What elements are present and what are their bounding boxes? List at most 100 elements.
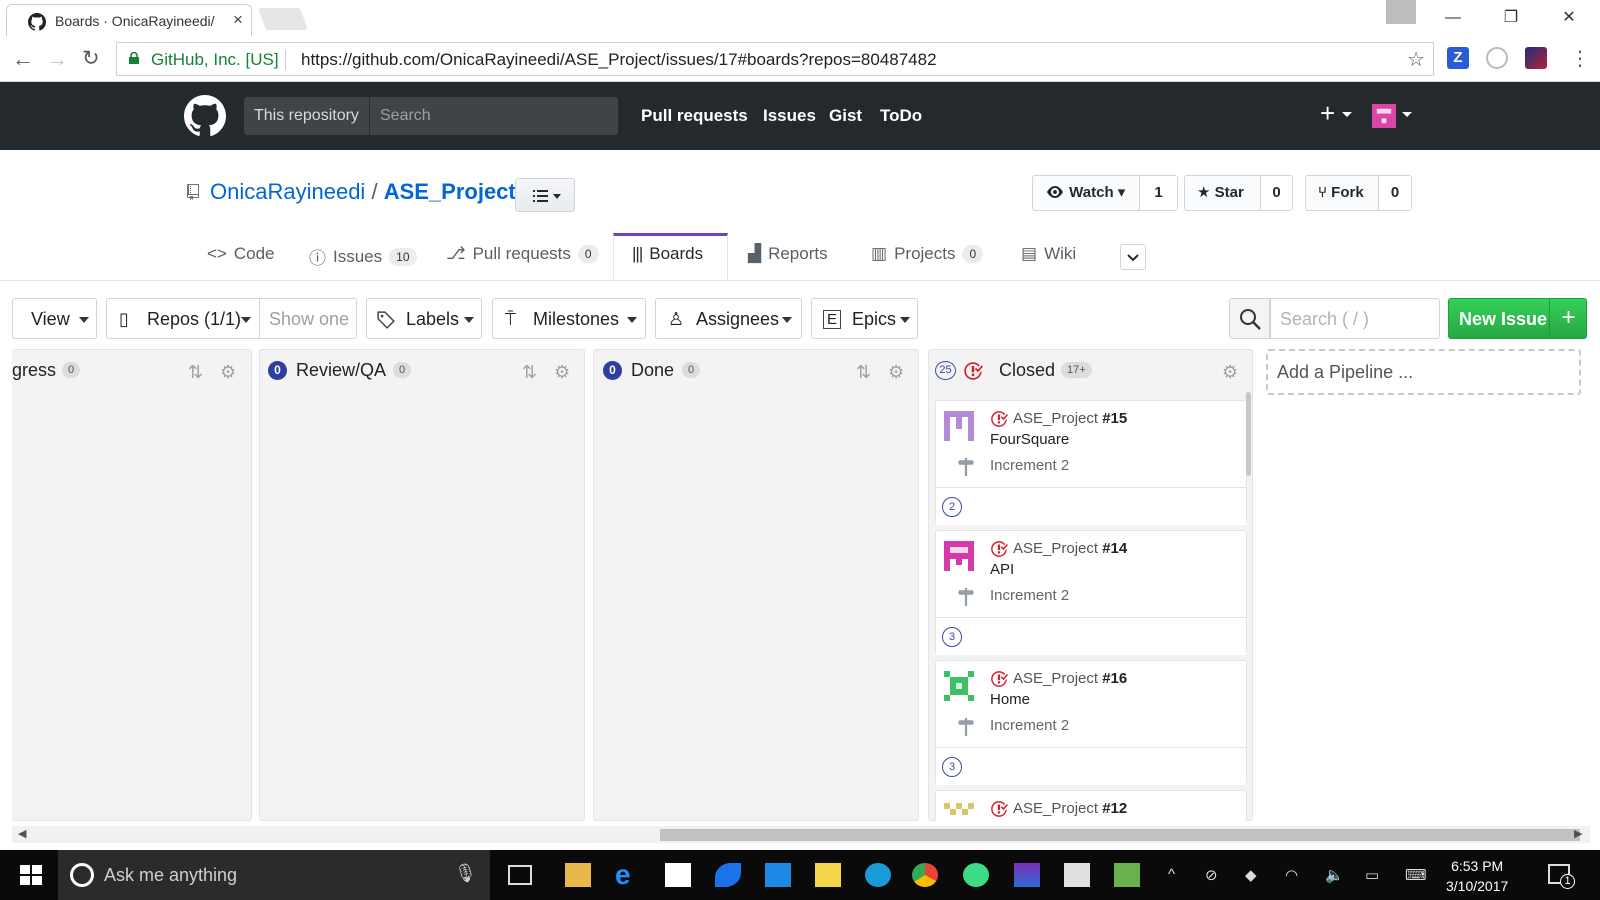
- pipeline-scrollbar[interactable]: [1246, 392, 1251, 476]
- close-window-button[interactable]: ✕: [1544, 4, 1594, 32]
- sort-icon[interactable]: ⇅: [856, 362, 871, 383]
- windows-start-icon[interactable]: [18, 863, 44, 887]
- nav-pull-requests[interactable]: Pull requests: [641, 106, 748, 126]
- header-search-input[interactable]: Search: [380, 97, 431, 135]
- calculator-icon[interactable]: [1064, 863, 1090, 887]
- header-search[interactable]: This repository Search: [244, 97, 618, 135]
- nav-gist[interactable]: Gist: [829, 106, 862, 126]
- repo-menu-button[interactable]: [515, 178, 575, 212]
- file-explorer-icon[interactable]: [565, 863, 591, 887]
- reload-icon[interactable]: ↻: [82, 46, 100, 71]
- labels-dropdown[interactable]: Labels: [366, 298, 482, 339]
- watch-button[interactable]: Watch ▾: [1045, 176, 1125, 210]
- profile-icon[interactable]: [1386, 0, 1416, 24]
- gear-icon[interactable]: ⚙: [220, 362, 236, 383]
- sort-icon[interactable]: ⇅: [522, 362, 537, 383]
- new-issue-button[interactable]: New Issue +: [1448, 298, 1587, 339]
- sticky-notes-icon[interactable]: [815, 863, 841, 887]
- pipeline-header[interactable]: 0 Done 0 ⇅ ⚙: [594, 350, 918, 392]
- omnibox[interactable]: GitHub, Inc. [US] https://github.com/Oni…: [116, 42, 1434, 76]
- create-new-plus-icon[interactable]: +: [1320, 98, 1335, 129]
- fork-button[interactable]: ⑂ Fork: [1318, 176, 1364, 210]
- repo-owner-link[interactable]: OnicaRayineedi: [210, 179, 365, 204]
- cortana-search-box[interactable]: Ask me anything 🎙: [58, 850, 490, 900]
- estimate-badge[interactable]: 3: [942, 627, 962, 647]
- wifi-icon[interactable]: ◠: [1285, 866, 1298, 884]
- add-pipeline-input[interactable]: Add a Pipeline ...: [1266, 349, 1581, 395]
- url-text[interactable]: https://github.com/OnicaRayineedi/ASE_Pr…: [301, 50, 937, 70]
- board-search-button[interactable]: [1229, 298, 1270, 339]
- view-dropdown[interactable]: View: [12, 298, 97, 339]
- create-new-caret-icon[interactable]: [1342, 112, 1352, 117]
- bookmark-star-icon[interactable]: ☆: [1407, 47, 1425, 72]
- card-title[interactable]: Home: [990, 691, 1030, 708]
- fork-count[interactable]: 0: [1378, 176, 1411, 210]
- extension-flag-icon[interactable]: [1525, 47, 1547, 69]
- scroll-right-arrow-icon[interactable]: ▶: [1574, 827, 1582, 840]
- task-view-icon[interactable]: [508, 865, 532, 885]
- epics-dropdown[interactable]: E Epics: [811, 298, 918, 339]
- sort-icon[interactable]: ⇅: [188, 362, 203, 383]
- repos-dropdown[interactable]: ▯ Repos (1/1) Show one: [106, 298, 357, 339]
- android-studio-icon[interactable]: [963, 863, 989, 887]
- tab-issues[interactable]: ⓘ Issues 10: [309, 244, 417, 269]
- skype-icon[interactable]: [865, 863, 891, 887]
- milestones-dropdown[interactable]: ⍑ Milestones: [492, 298, 646, 339]
- show-one-button[interactable]: Show one: [259, 299, 349, 338]
- ev-certificate-label[interactable]: GitHub, Inc. [US]: [151, 50, 279, 70]
- user-menu-caret-icon[interactable]: [1402, 112, 1412, 117]
- card-issue-number[interactable]: #12: [1102, 800, 1127, 817]
- tab-projects[interactable]: ▥ Projects 0: [871, 244, 984, 264]
- watch-count[interactable]: 1: [1139, 176, 1177, 210]
- pipeline-header[interactable]: gress 0 ⇅ ⚙: [12, 350, 251, 392]
- repo-name-link[interactable]: ASE_Project: [384, 179, 516, 204]
- browser-tab[interactable]: Boards · OnicaRayineedi/ ×: [6, 4, 252, 36]
- tab-wiki[interactable]: ▤ Wiki: [1021, 244, 1076, 264]
- nav-todo[interactable]: ToDo: [880, 106, 922, 126]
- tab-close-icon[interactable]: ×: [233, 10, 243, 30]
- extension-circle-icon[interactable]: [1486, 47, 1508, 69]
- board-search-input[interactable]: Search ( / ): [1270, 298, 1440, 339]
- tray-chevron-up-icon[interactable]: ^: [1168, 866, 1175, 883]
- minimize-button[interactable]: —: [1428, 4, 1478, 32]
- issue-card[interactable]: ASE_Project #15 FourSquare Increment 2 2: [935, 400, 1247, 525]
- star-count[interactable]: 0: [1260, 176, 1292, 210]
- volume-icon[interactable]: 🔈: [1325, 866, 1344, 884]
- taskbar-clock[interactable]: 6:53 PM 3/10/2017: [1446, 856, 1508, 896]
- star-button[interactable]: ★ Star: [1197, 176, 1244, 210]
- card-issue-number[interactable]: #15: [1102, 410, 1127, 427]
- card-issue-number[interactable]: #14: [1102, 540, 1127, 557]
- app-green-icon[interactable]: [1114, 863, 1140, 887]
- network-off-icon[interactable]: ⊘: [1205, 866, 1218, 884]
- github-logo-icon[interactable]: [184, 95, 226, 137]
- tab-boards[interactable]: ||| Boards: [632, 244, 703, 264]
- nav-issues[interactable]: Issues: [763, 106, 816, 126]
- tab-pull-requests[interactable]: ⎇ Pull requests 0: [446, 244, 599, 264]
- app-blue-icon[interactable]: [715, 863, 741, 887]
- tab-code[interactable]: <> Code: [207, 244, 275, 264]
- gear-icon[interactable]: ⚙: [888, 362, 904, 383]
- card-title[interactable]: FourSquare: [990, 431, 1069, 448]
- edge-browser-icon[interactable]: e: [615, 861, 641, 889]
- zotero-extension-icon[interactable]: Z: [1447, 47, 1469, 69]
- photos-icon[interactable]: [765, 863, 791, 887]
- battery-icon[interactable]: ▭: [1365, 866, 1379, 884]
- issue-card[interactable]: ASE_Project #16 Home Increment 2 3: [935, 660, 1247, 785]
- assignees-dropdown[interactable]: ♙ Assignees: [655, 298, 802, 339]
- gear-icon[interactable]: ⚙: [554, 362, 570, 383]
- card-title[interactable]: API: [990, 561, 1014, 578]
- dropbox-icon[interactable]: ◆: [1245, 866, 1257, 884]
- issue-card[interactable]: ASE_Project #12: [935, 790, 1247, 821]
- scroll-left-arrow-icon[interactable]: ◀: [18, 827, 26, 840]
- store-icon[interactable]: [665, 863, 691, 887]
- tab-reports[interactable]: ▟ Reports: [748, 244, 828, 264]
- board-horizontal-scrollbar[interactable]: ◀ ▶: [12, 826, 1590, 843]
- chrome-menu-icon[interactable]: ⋮: [1570, 46, 1590, 71]
- gear-icon[interactable]: ⚙: [1222, 362, 1238, 383]
- chrome-icon[interactable]: [912, 863, 938, 887]
- keyboard-icon[interactable]: ⌨: [1405, 866, 1427, 884]
- restore-button[interactable]: ❐: [1486, 4, 1536, 32]
- back-icon[interactable]: ←: [12, 46, 34, 72]
- more-tabs-button[interactable]: [1120, 244, 1146, 270]
- estimate-badge[interactable]: 2: [942, 497, 962, 517]
